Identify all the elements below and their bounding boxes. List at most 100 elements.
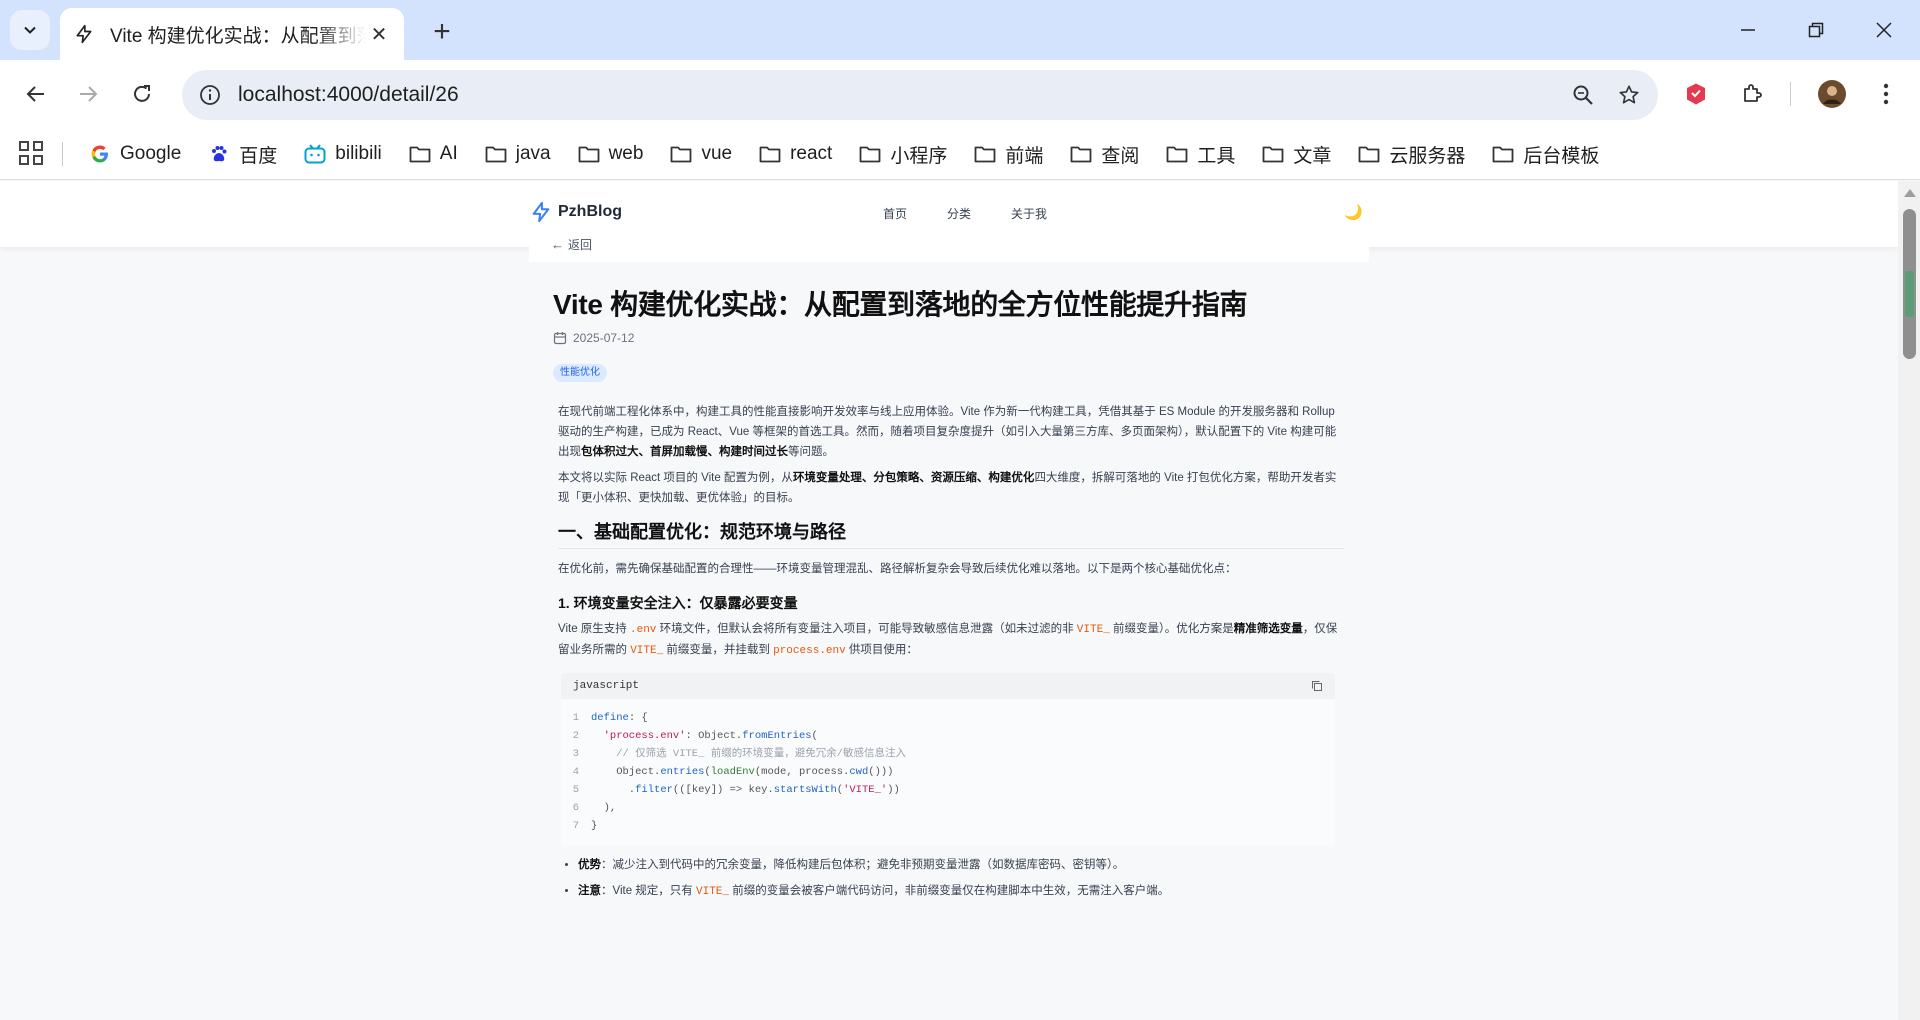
article-date: 2025-07-12: [553, 331, 634, 345]
page-scrollbar[interactable]: [1898, 181, 1920, 1020]
bookmark-label: react: [790, 143, 833, 164]
scroll-up-icon[interactable]: [1904, 189, 1916, 197]
code-header: javascript: [561, 673, 1335, 699]
bookmark-folder[interactable]: java: [484, 142, 551, 166]
folder-icon: [758, 142, 782, 166]
bookmark-star-icon[interactable]: [1606, 72, 1652, 118]
list-item: 注意：Vite 规定，只有 VITE_ 前缀的变量会被客户端代码访问，非前缀变量…: [578, 881, 1344, 902]
url-text[interactable]: localhost:4000/detail/26: [238, 83, 1560, 107]
bookmark-label: 小程序: [890, 145, 948, 167]
category-tag[interactable]: 性能优化: [553, 364, 607, 382]
code-line: 2 'process.env': Object. fromEntries(: [572, 730, 818, 742]
arrow-left-icon: ←: [551, 237, 564, 252]
new-tab-button[interactable]: +: [424, 14, 460, 50]
folder-icon: [858, 142, 882, 166]
forward-button[interactable]: [68, 74, 108, 114]
bookmark-label: 百度: [239, 145, 278, 167]
profile-avatar[interactable]: [1812, 74, 1852, 114]
copy-icon[interactable]: [1311, 680, 1323, 692]
bookmarks-divider: [62, 142, 63, 166]
code-line: 7}: [572, 820, 598, 832]
code-line: 3 // 仅筛选 VITE_ 前缀的环境变量，避免冗余/敏感信息注入: [572, 748, 907, 760]
folder-icon: [408, 142, 432, 166]
close-tab-icon[interactable]: ✕: [366, 21, 392, 47]
back-button[interactable]: [16, 74, 56, 114]
zoom-icon[interactable]: [1560, 72, 1606, 118]
tab-search-button[interactable]: [10, 10, 50, 50]
bookmark-folder[interactable]: 云服务器: [1357, 141, 1465, 168]
restore-button[interactable]: [1782, 0, 1850, 60]
reload-button[interactable]: [122, 74, 162, 114]
bolt-logo-icon: [532, 201, 550, 223]
bookmark-label: AI: [439, 143, 458, 164]
site-info-icon[interactable]: [192, 77, 228, 113]
bookmark-link[interactable]: 百度: [207, 141, 277, 168]
folder-icon: [1261, 142, 1285, 166]
bookmark-folder[interactable]: react: [758, 142, 832, 166]
intro-paragraph: 在现代前端工程化体系中，构建工具的性能直接影响开发效率与线上应用体验。Vite …: [558, 406, 1337, 458]
close-window-button[interactable]: [1850, 0, 1918, 60]
bookmark-folder[interactable]: 前端: [973, 141, 1043, 168]
bookmark-folder[interactable]: vue: [669, 142, 732, 166]
bookmark-folder[interactable]: 查阅: [1069, 141, 1139, 168]
date-text: 2025-07-12: [573, 331, 635, 345]
bookmark-label: bilibili: [335, 143, 382, 164]
minimize-button[interactable]: [1714, 0, 1782, 60]
google-icon: [88, 142, 112, 166]
toolbar-divider: [1790, 82, 1791, 106]
bookmarks-bar: Google 百度 bilibili AI java web vue react 小程序 前端 查阅…: [0, 128, 1920, 180]
bookmark-label: 前端: [1005, 145, 1044, 167]
site-logo-text: PzhBlog: [558, 203, 622, 220]
bookmark-folder[interactable]: 文章: [1261, 141, 1331, 168]
bookmark-label: vue: [701, 143, 733, 164]
moon-icon[interactable]: 🌙: [1344, 203, 1363, 221]
reload-icon: [134, 85, 150, 102]
back-label: 返回: [568, 238, 593, 252]
code-line: 1 define: {: [572, 712, 648, 724]
section-paragraph: 在优化前，需先确保基础配置的合理性——环境变量管理混乱、路径解析复杂会导致后续优…: [558, 563, 1237, 575]
bookmark-label: 文章: [1293, 145, 1332, 167]
extension-shield-icon[interactable]: [1676, 74, 1716, 114]
bookmark-folder[interactable]: AI: [408, 142, 458, 166]
browser-toolbar: localhost:4000/detail/26: [0, 60, 1920, 128]
minimize-icon: [1741, 29, 1755, 31]
nav-about[interactable]: 关于我: [1011, 205, 1047, 222]
bookmark-folder[interactable]: 小程序: [858, 141, 947, 168]
bookmark-folder[interactable]: 后台模板: [1491, 141, 1599, 168]
folder-icon: [973, 142, 997, 166]
nav-home[interactable]: 首页: [883, 205, 907, 222]
close-icon: [1876, 22, 1892, 38]
bookmark-folder[interactable]: 工具: [1165, 141, 1235, 168]
scope-paragraph: 本文将以实际 React 项目的 Vite 配置为例，从环境变量处理、分包策略、…: [558, 472, 1337, 504]
scrollbar-thumb[interactable]: [1903, 209, 1916, 359]
back-link[interactable]: ← 返回: [551, 236, 592, 253]
subsection-heading: 1. 环境变量安全注入：仅暴露必要变量: [558, 595, 798, 611]
page-viewport: PzhBlog 首页 分类 关于我 🌙 ← 返回 Vite 构建优化实战：从配置…: [0, 181, 1898, 1020]
bookmark-label: 查阅: [1101, 145, 1140, 167]
bookmark-folder[interactable]: web: [577, 142, 644, 166]
browser-tab-active[interactable]: Vite 构建优化实战：从配置到落地的全方位性能提升指南 ✕: [60, 8, 404, 60]
code-body: 1 define: { 2 'process.env': Object. fromE…: [561, 699, 1335, 845]
nav-category[interactable]: 分类: [947, 205, 971, 222]
list-item: 优势：减少注入到代码中的冗余变量，降低构建后包体积；避免非预期变量泄露（如数据库…: [578, 855, 1344, 875]
extensions-puzzle-icon[interactable]: [1732, 74, 1772, 114]
bookmark-link[interactable]: Google: [88, 142, 181, 166]
bookmark-link[interactable]: bilibili: [303, 142, 382, 166]
arrow-right-icon: [80, 86, 98, 102]
notes-list: 优势：减少注入到代码中的冗余变量，降低构建后包体积；避免非预期变量泄露（如数据库…: [558, 855, 1344, 902]
chevron-down-icon: [24, 26, 36, 34]
apps-grid-icon[interactable]: [18, 140, 44, 166]
bookmark-label: java: [515, 143, 551, 164]
restore-icon: [1808, 22, 1824, 38]
back-bar: ← 返回: [529, 224, 1369, 262]
site-logo[interactable]: PzhBlog: [530, 201, 622, 223]
bookmark-label: web: [608, 143, 644, 164]
bolt-icon: [74, 23, 96, 45]
article-title: Vite 构建优化实战：从配置到落地的全方位性能提升指南: [553, 289, 1248, 320]
menu-kebab-icon[interactable]: [1866, 74, 1906, 114]
code-line: 4 Object. entries(loadEnv (mode, process. c…: [572, 766, 894, 778]
folder-icon: [1491, 142, 1515, 166]
address-bar[interactable]: localhost:4000/detail/26: [182, 70, 1658, 120]
code-block: javascript 1 define: { 2 'process.env': O…: [561, 673, 1335, 845]
site-nav: 首页 分类 关于我: [883, 205, 1087, 222]
